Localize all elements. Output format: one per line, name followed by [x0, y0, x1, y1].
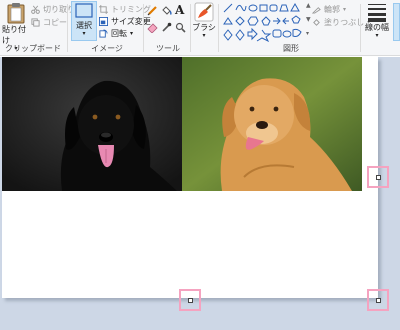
handle-grip [376, 175, 381, 180]
scissors-icon [31, 5, 40, 14]
rotate-chevron-down-icon: ▾ [130, 29, 134, 37]
black-dog-photo[interactable] [2, 57, 182, 191]
copy-label: コピー [43, 17, 67, 27]
shapes-group: ▲ ▼ ▾ 輪郭 ▾ 塗りつぶし ▾ 図形 [220, 0, 370, 56]
clipboard-icon [7, 3, 25, 24]
rotate-icon [99, 28, 108, 38]
text-icon[interactable]: A [175, 3, 184, 17]
resize-icon [99, 16, 108, 26]
copy-button[interactable]: コピー [31, 16, 67, 28]
outline-icon [312, 6, 321, 14]
separator [67, 4, 68, 52]
resize-handle-right[interactable] [367, 166, 389, 188]
brushes-chevron-down-icon: ▾ [202, 32, 206, 39]
crop-icon [99, 4, 108, 14]
line-width-chevron-down-icon: ▾ [375, 32, 379, 39]
brush-icon [194, 2, 214, 22]
select-icon [75, 3, 93, 18]
brushes-button[interactable]: ブラシ ▾ [192, 2, 216, 39]
outline-button[interactable]: 輪郭 ▾ [312, 3, 346, 15]
ribbon: 貼り付け ▾ 切り取り コピー クリップボード 選択 ▾ トリミング サイズ変更… [0, 0, 400, 56]
resize-handle-bottom[interactable] [179, 289, 201, 311]
shapes-scroll-down-icon[interactable]: ▼ [306, 16, 311, 23]
golden-dog-photo[interactable] [182, 57, 362, 191]
image-group: 選択 ▾ トリミング サイズ変更 回転 ▾ イメージ [70, 0, 151, 56]
copy-icon [31, 17, 40, 27]
pencil-icon[interactable] [147, 5, 158, 16]
line-width-button[interactable]: 線の幅 ▾ [362, 2, 392, 39]
resize-handle-corner[interactable] [367, 289, 389, 311]
separator [218, 4, 219, 52]
handle-grip [376, 298, 381, 303]
shape-gallery[interactable] [222, 2, 306, 42]
clipboard-group: 貼り付け ▾ 切り取り コピー クリップボード [0, 0, 75, 56]
canvas-area[interactable] [0, 57, 400, 330]
shapes-scroll-up-icon[interactable]: ▲ [306, 2, 311, 9]
image-group-label: イメージ [91, 44, 123, 53]
fill-style-icon [313, 18, 320, 26]
rotate-label: 回転 [111, 28, 127, 38]
eraser-icon[interactable] [147, 22, 158, 33]
cut-button[interactable]: 切り取り [31, 3, 75, 15]
shapes-group-label: 図形 [283, 44, 299, 53]
fill-style-label: 塗りつぶし [324, 17, 365, 27]
rotate-button[interactable]: 回転 ▾ [99, 27, 133, 39]
tools-group-label: ツール [156, 44, 180, 53]
tools-group: A ツール [145, 0, 191, 56]
outline-chevron-down-icon: ▾ [343, 5, 347, 13]
drawing-canvas[interactable] [2, 57, 378, 298]
fill-icon[interactable] [161, 5, 172, 16]
handle-grip [188, 298, 193, 303]
select-button[interactable]: 選択 ▾ [71, 1, 97, 41]
line-width-icon [368, 4, 386, 22]
separator [360, 4, 361, 52]
picker-icon[interactable] [161, 22, 172, 33]
clipboard-group-label: クリップボード [5, 44, 61, 53]
shapes-expand-icon[interactable]: ▾ [306, 30, 309, 37]
magnifier-icon[interactable] [175, 22, 186, 33]
outline-label: 輪郭 [324, 4, 340, 14]
separator [190, 4, 191, 52]
select-chevron-down-icon: ▾ [82, 30, 86, 37]
color1-swatch[interactable] [393, 3, 400, 41]
separator [143, 4, 144, 52]
